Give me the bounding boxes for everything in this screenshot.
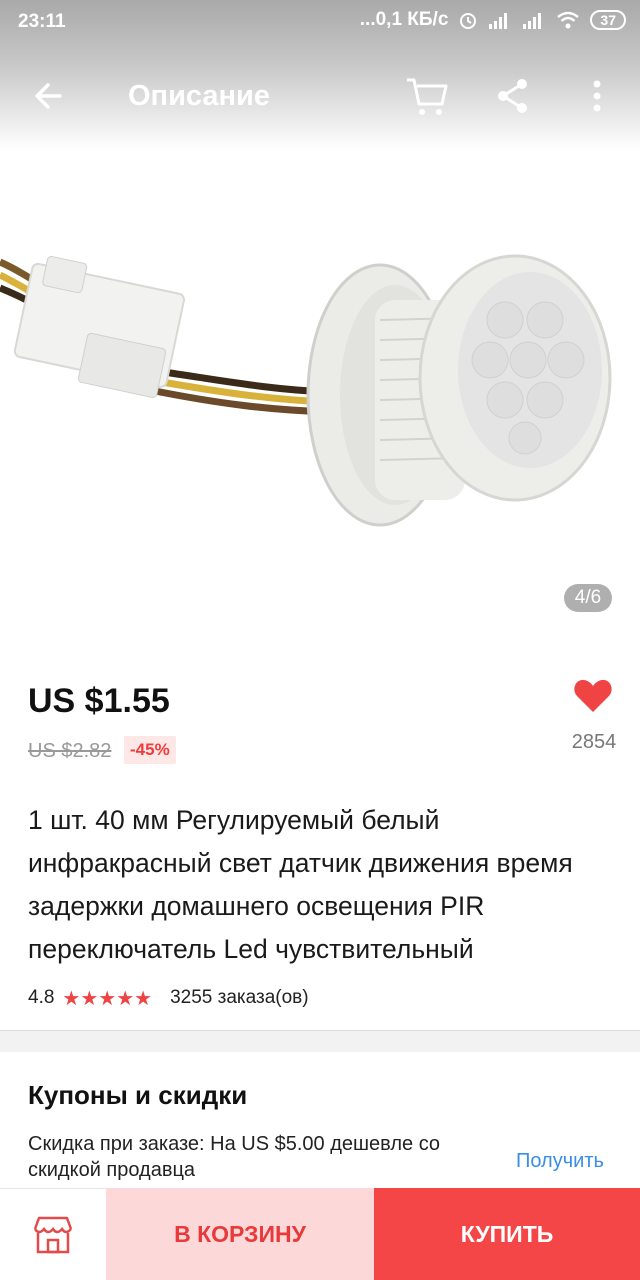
favorites-count: 2854 xyxy=(571,731,617,753)
network-speed: ...0,1 КБ/с xyxy=(359,9,449,30)
share-icon[interactable] xyxy=(495,76,531,116)
status-time: 23:11 xyxy=(18,11,66,32)
buy-now-button[interactable]: КУПИТЬ xyxy=(374,1188,640,1280)
coupons-heading: Купоны и скидки xyxy=(28,1080,248,1110)
image-counter: 4/6 xyxy=(564,584,612,612)
get-coupon-link[interactable]: Получить xyxy=(516,1150,604,1173)
signal-icon xyxy=(489,13,508,29)
star-rating-icon: ★★★★★ xyxy=(62,987,153,1010)
discount-badge: -45% xyxy=(124,736,176,764)
battery-indicator: 37 xyxy=(590,10,626,30)
back-arrow-icon[interactable] xyxy=(30,76,70,116)
toolbar: Описание xyxy=(0,62,640,132)
bottom-action-bar: В КОРЗИНУ КУПИТЬ xyxy=(0,1188,640,1280)
alarm-icon xyxy=(460,13,477,29)
orders-count: 3255 заказа(ов) xyxy=(170,987,309,1008)
heart-icon[interactable] xyxy=(573,678,613,714)
store-button[interactable] xyxy=(0,1188,106,1280)
section-divider xyxy=(0,1030,640,1052)
coupon-description: Скидка при заказе: На US $5.00 дешевле с… xyxy=(28,1133,441,1181)
status-indicators: ...0,1 КБ/с 37 xyxy=(360,9,626,31)
rating-row[interactable]: 4.8 ★★★★★ 3255 заказа(ов) xyxy=(28,985,309,1011)
current-price: US $1.55 xyxy=(28,682,170,720)
shopping-cart-icon[interactable] xyxy=(404,74,450,118)
product-title: 1 шт. 40 мм Регулируемый белый инфракрас… xyxy=(28,805,573,964)
more-vertical-icon[interactable] xyxy=(584,76,610,116)
status-bar: 23:11 ...0,1 КБ/с 37 xyxy=(0,0,640,46)
wifi-icon xyxy=(557,11,580,29)
signal-icon-2 xyxy=(523,13,542,29)
rating-value: 4.8 xyxy=(28,987,55,1008)
add-to-cart-button[interactable]: В КОРЗИНУ xyxy=(106,1188,374,1280)
store-icon xyxy=(33,1216,73,1253)
page-title: Описание xyxy=(128,80,270,112)
old-price: US $2.82 xyxy=(28,740,112,762)
